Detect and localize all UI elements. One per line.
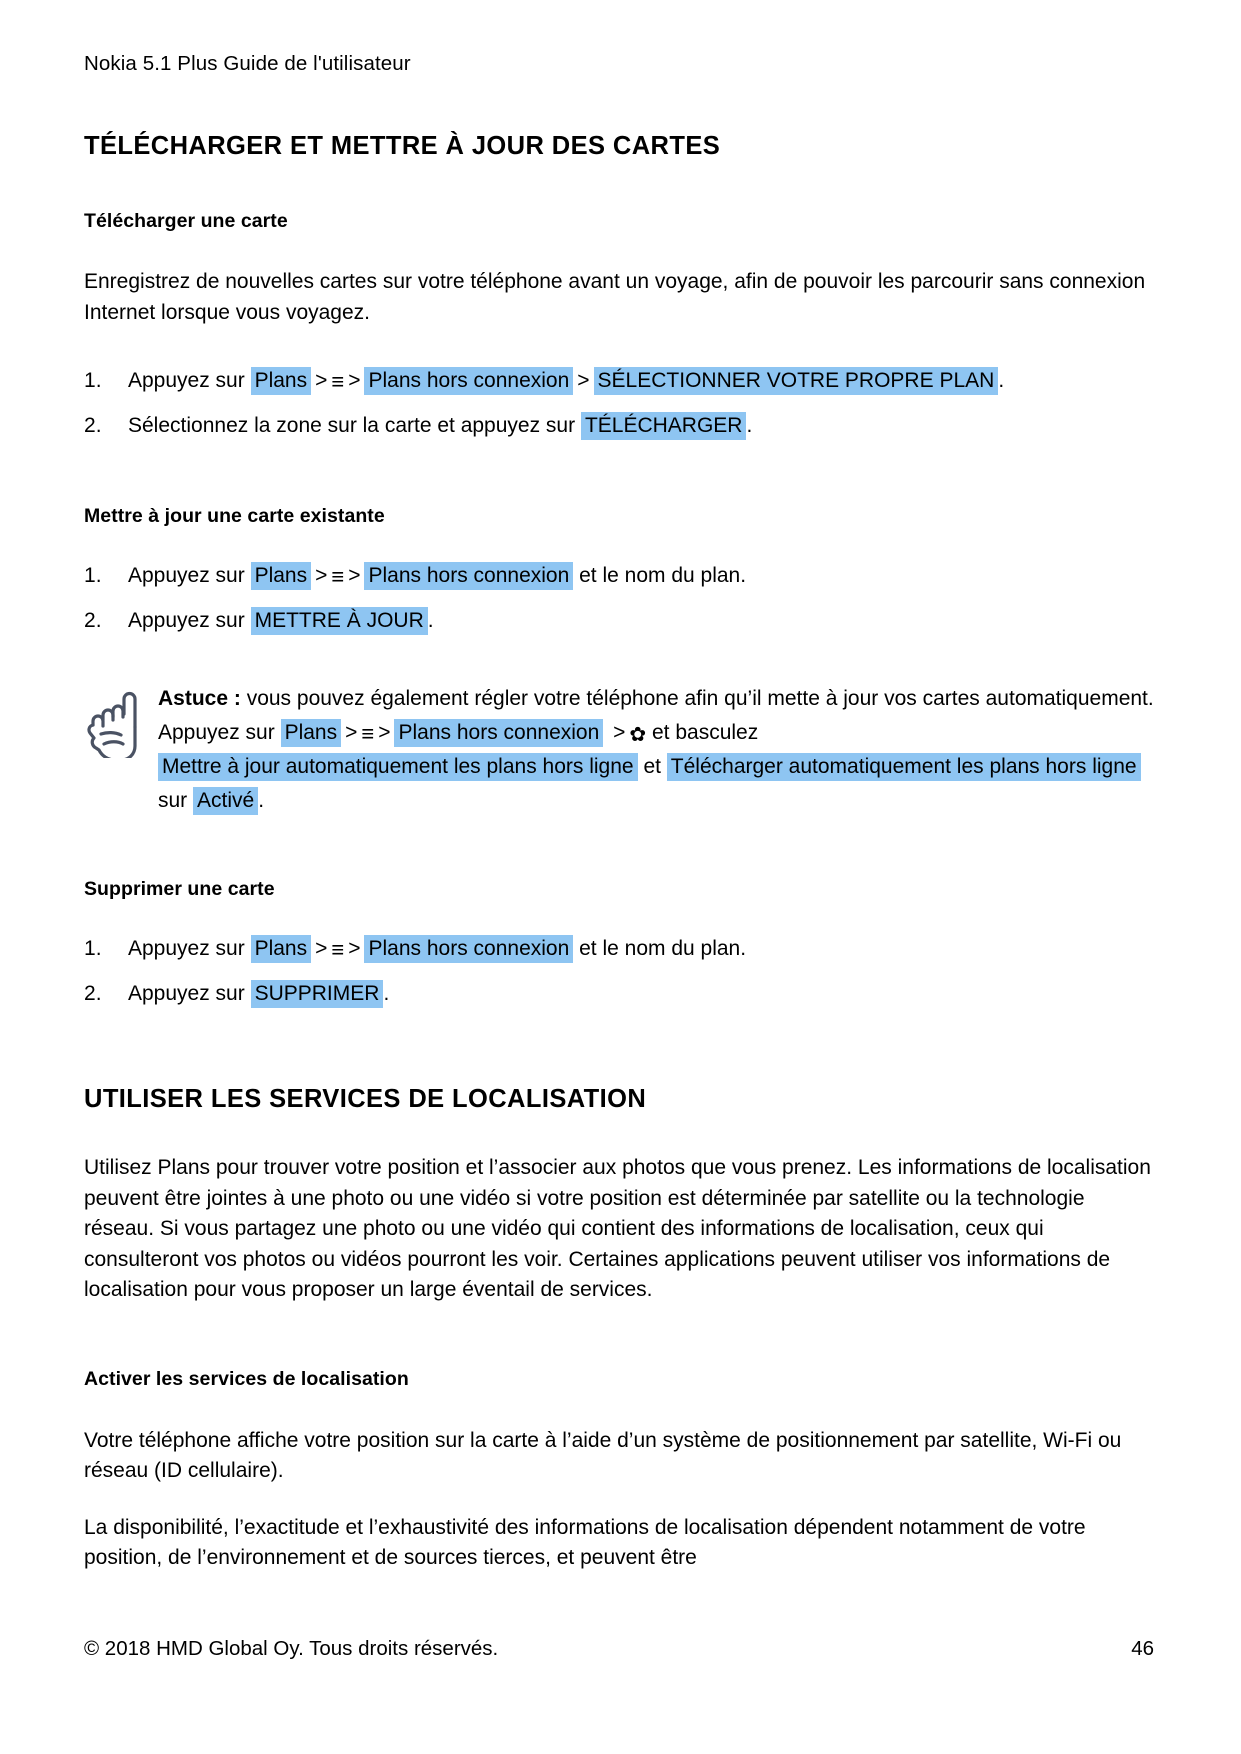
separator-arrow: >	[577, 369, 590, 392]
tip-text-4: sur	[158, 789, 188, 812]
ui-chip-update[interactable]: METTRE À JOUR	[250, 607, 428, 635]
step-tail-text: .	[383, 982, 390, 1005]
step-tail-text: .	[746, 414, 753, 437]
ui-chip-auto-update-offline-maps[interactable]: Mettre à jour automatiquement les plans …	[158, 753, 638, 781]
ui-chip-delete[interactable]: SUPPRIMER	[250, 980, 384, 1008]
ui-chip-offline-maps[interactable]: Plans hors connexion	[364, 367, 574, 395]
step-tail-text: et le nom du plan.	[579, 937, 747, 960]
separator-arrow: >	[315, 564, 328, 587]
ui-chip-select-own-map[interactable]: SÉLECTIONNER VOTRE PROPRE PLAN	[593, 367, 999, 395]
hamburger-menu-icon[interactable]: ≡	[361, 723, 374, 745]
hamburger-menu-icon[interactable]: ≡	[331, 371, 344, 393]
step-lead-text: Appuyez sur	[128, 369, 245, 392]
footer-copyright: © 2018 HMD Global Oy. Tous droits réserv…	[84, 1637, 499, 1660]
separator-arrow: >	[613, 721, 626, 744]
paragraph-download-intro: Enregistrez de nouvelles cartes sur votr…	[84, 270, 1146, 324]
ui-chip-plans[interactable]: Plans	[250, 935, 312, 963]
separator-arrow: >	[378, 721, 391, 744]
ui-chip-plans[interactable]: Plans	[250, 367, 312, 395]
ui-chip-auto-download-offline-maps[interactable]: Télécharger automatiquement les plans ho…	[666, 753, 1141, 781]
paragraph-location-intro: Utilisez Plans pour trouver votre positi…	[84, 1156, 1151, 1301]
document-page: Nokia 5.1 Plus Guide de l'utilisateur TÉ…	[0, 0, 1241, 1754]
separator-arrow: >	[315, 937, 328, 960]
page-footer: © 2018 HMD Global Oy. Tous droits réserv…	[84, 1635, 1154, 1663]
subheading-activate-location: Activer les services de localisation	[84, 1367, 409, 1390]
section-title-maps: TÉLÉCHARGER ET METTRE À JOUR DES CARTES	[84, 132, 721, 160]
separator-arrow: >	[348, 564, 361, 587]
step-item: Appuyez sur METTRE À JOUR.	[84, 604, 1154, 638]
step-lead-text: Appuyez sur	[128, 937, 245, 960]
step-item: Appuyez sur Plans > ≡ > Plans hors connexion…	[84, 559, 1154, 593]
hamburger-menu-icon[interactable]: ≡	[331, 939, 344, 961]
separator-arrow: >	[348, 369, 361, 392]
step-tail-text: .	[427, 609, 434, 632]
pointing-hand-icon	[84, 684, 146, 762]
tip-text-block: Astuce : vous pouvez également régler vo…	[158, 682, 1154, 818]
tip-label: Astuce :	[158, 687, 241, 710]
separator-arrow: >	[348, 937, 361, 960]
ui-chip-offline-maps[interactable]: Plans hors connexion	[364, 562, 574, 590]
page-content: TÉLÉCHARGER ET METTRE À JOUR DES CARTES …	[84, 130, 1154, 1574]
step-item: Appuyez sur Plans > ≡ > Plans hors connexion…	[84, 364, 1154, 398]
steps-update-map: Appuyez sur Plans > ≡ > Plans hors connexion…	[84, 559, 1154, 638]
step-lead-text: Appuyez sur	[128, 564, 245, 587]
separator-arrow: >	[315, 369, 328, 392]
subheading-delete-map: Supprimer une carte	[84, 878, 275, 900]
ui-chip-offline-maps[interactable]: Plans hors connexion	[394, 719, 604, 747]
step-lead-text: Appuyez sur	[128, 982, 245, 1005]
tip-text-3: et	[643, 755, 661, 778]
step-tail-text: et le nom du plan.	[579, 564, 747, 587]
step-lead-text: Appuyez sur	[128, 609, 245, 632]
running-header: Nokia 5.1 Plus Guide de l'utilisateur	[84, 52, 411, 75]
tip-tail-text: .	[258, 789, 265, 812]
gear-icon[interactable]: ✿	[629, 725, 646, 745]
subheading-download-map: Télécharger une carte	[84, 210, 288, 232]
subheading-update-map: Mettre à jour une carte existante	[84, 505, 385, 527]
footer-page-number: 46	[1131, 1637, 1154, 1660]
ui-chip-download[interactable]: TÉLÉCHARGER	[580, 412, 747, 440]
steps-delete-map: Appuyez sur Plans > ≡ > Plans hors connexion…	[84, 932, 1154, 1011]
ui-chip-plans[interactable]: Plans	[250, 562, 312, 590]
ui-chip-plans[interactable]: Plans	[280, 719, 342, 747]
hamburger-menu-icon[interactable]: ≡	[331, 566, 344, 588]
ui-chip-offline-maps[interactable]: Plans hors connexion	[364, 935, 574, 963]
step-item: Appuyez sur Plans > ≡ > Plans hors connexion…	[84, 932, 1154, 966]
ui-chip-activated[interactable]: Activé	[193, 787, 259, 815]
step-item: Sélectionnez la zone sur la carte et app…	[84, 409, 1154, 443]
step-tail-text: .	[998, 369, 1005, 392]
separator-arrow: >	[345, 721, 358, 744]
section-title-location: UTILISER LES SERVICES DE LOCALISATION	[84, 1085, 647, 1113]
steps-download-map: Appuyez sur Plans > ≡ > Plans hors connexion…	[84, 364, 1154, 443]
tip-text-2: et basculez	[652, 721, 759, 744]
paragraph-activate-1: Votre téléphone affiche votre position s…	[84, 1428, 1122, 1483]
step-lead-text: Sélectionnez la zone sur la carte et app…	[128, 414, 576, 437]
step-item: Appuyez sur SUPPRIMER.	[84, 977, 1154, 1011]
paragraph-activate-2: La disponibilité, l’exactitude et l’exha…	[84, 1515, 1086, 1570]
tip-callout: Astuce : vous pouvez également régler vo…	[84, 682, 1154, 818]
